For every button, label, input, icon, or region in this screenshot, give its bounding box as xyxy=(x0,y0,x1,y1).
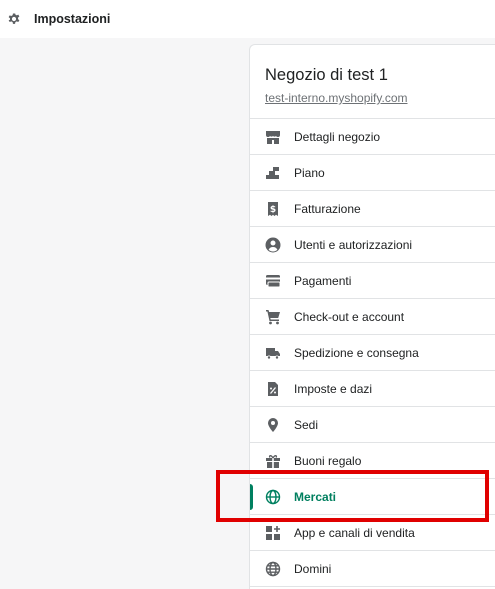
nav-item-mercati[interactable]: Mercati xyxy=(250,479,495,515)
nav-item-label: Imposte e dazi xyxy=(294,381,373,396)
nav-item-label: Check-out e account xyxy=(294,309,405,324)
cart-icon xyxy=(265,309,281,325)
nav-item-app-canali[interactable]: App e canali di vendita xyxy=(250,515,495,551)
nav-item-spedizione[interactable]: Spedizione e consegna xyxy=(250,335,495,371)
nav-item-label: Sedi xyxy=(294,417,319,432)
svg-text:$: $ xyxy=(270,205,276,215)
store-icon xyxy=(265,129,281,145)
nav-item-utenti[interactable]: Utenti e autorizzazioni xyxy=(250,227,495,263)
nav-item-sedi[interactable]: Sedi xyxy=(250,407,495,443)
nav-item-pagamenti[interactable]: Pagamenti xyxy=(250,263,495,299)
nav-item-label: Pagamenti xyxy=(294,273,352,288)
domain-icon xyxy=(265,561,281,577)
nav-item-label: Piano xyxy=(294,165,325,180)
page-title: Impostazioni xyxy=(34,12,111,26)
nav-item-fatturazione[interactable]: $ Fatturazione xyxy=(250,191,495,227)
nav-item-domini[interactable]: Domini xyxy=(250,551,495,587)
store-domain-link[interactable]: test-interno.myshopify.com xyxy=(265,91,495,105)
apps-icon xyxy=(265,525,281,541)
store-header: Negozio di test 1 test-interno.myshopify… xyxy=(250,45,495,119)
nav-item-imposte[interactable]: Imposte e dazi xyxy=(250,371,495,407)
nav-item-dettagli-negozio[interactable]: Dettagli negozio xyxy=(250,119,495,155)
truck-icon xyxy=(265,345,281,361)
billing-icon: $ xyxy=(265,201,281,217)
nav-item-label: App e canali di vendita xyxy=(294,525,415,540)
store-name: Negozio di test 1 xyxy=(265,66,388,84)
nav-item-label: Domini xyxy=(294,561,332,576)
nav-item-label: Mercati xyxy=(294,489,337,504)
globe-icon xyxy=(265,489,281,505)
tax-icon xyxy=(265,381,281,397)
nav-item-label: Buoni regalo xyxy=(294,453,362,468)
nav-item-label: Spedizione e consegna xyxy=(294,345,419,360)
gift-icon xyxy=(265,453,281,469)
gear-icon xyxy=(6,11,22,27)
settings-panel: Negozio di test 1 test-interno.myshopify… xyxy=(249,44,495,589)
payments-icon xyxy=(265,273,281,289)
nav-item-checkout[interactable]: Check-out e account xyxy=(250,299,495,335)
nav-item-label: Utenti e autorizzazioni xyxy=(294,237,413,252)
plan-icon xyxy=(265,165,281,181)
top-bar: Impostazioni xyxy=(0,0,495,38)
location-icon xyxy=(265,417,281,433)
nav-item-piano[interactable]: Piano xyxy=(250,155,495,191)
nav-item-label: Fatturazione xyxy=(294,201,361,216)
user-icon xyxy=(265,237,281,253)
nav-item-buoni-regalo[interactable]: Buoni regalo xyxy=(250,443,495,479)
nav-item-label: Dettagli negozio xyxy=(294,129,381,144)
